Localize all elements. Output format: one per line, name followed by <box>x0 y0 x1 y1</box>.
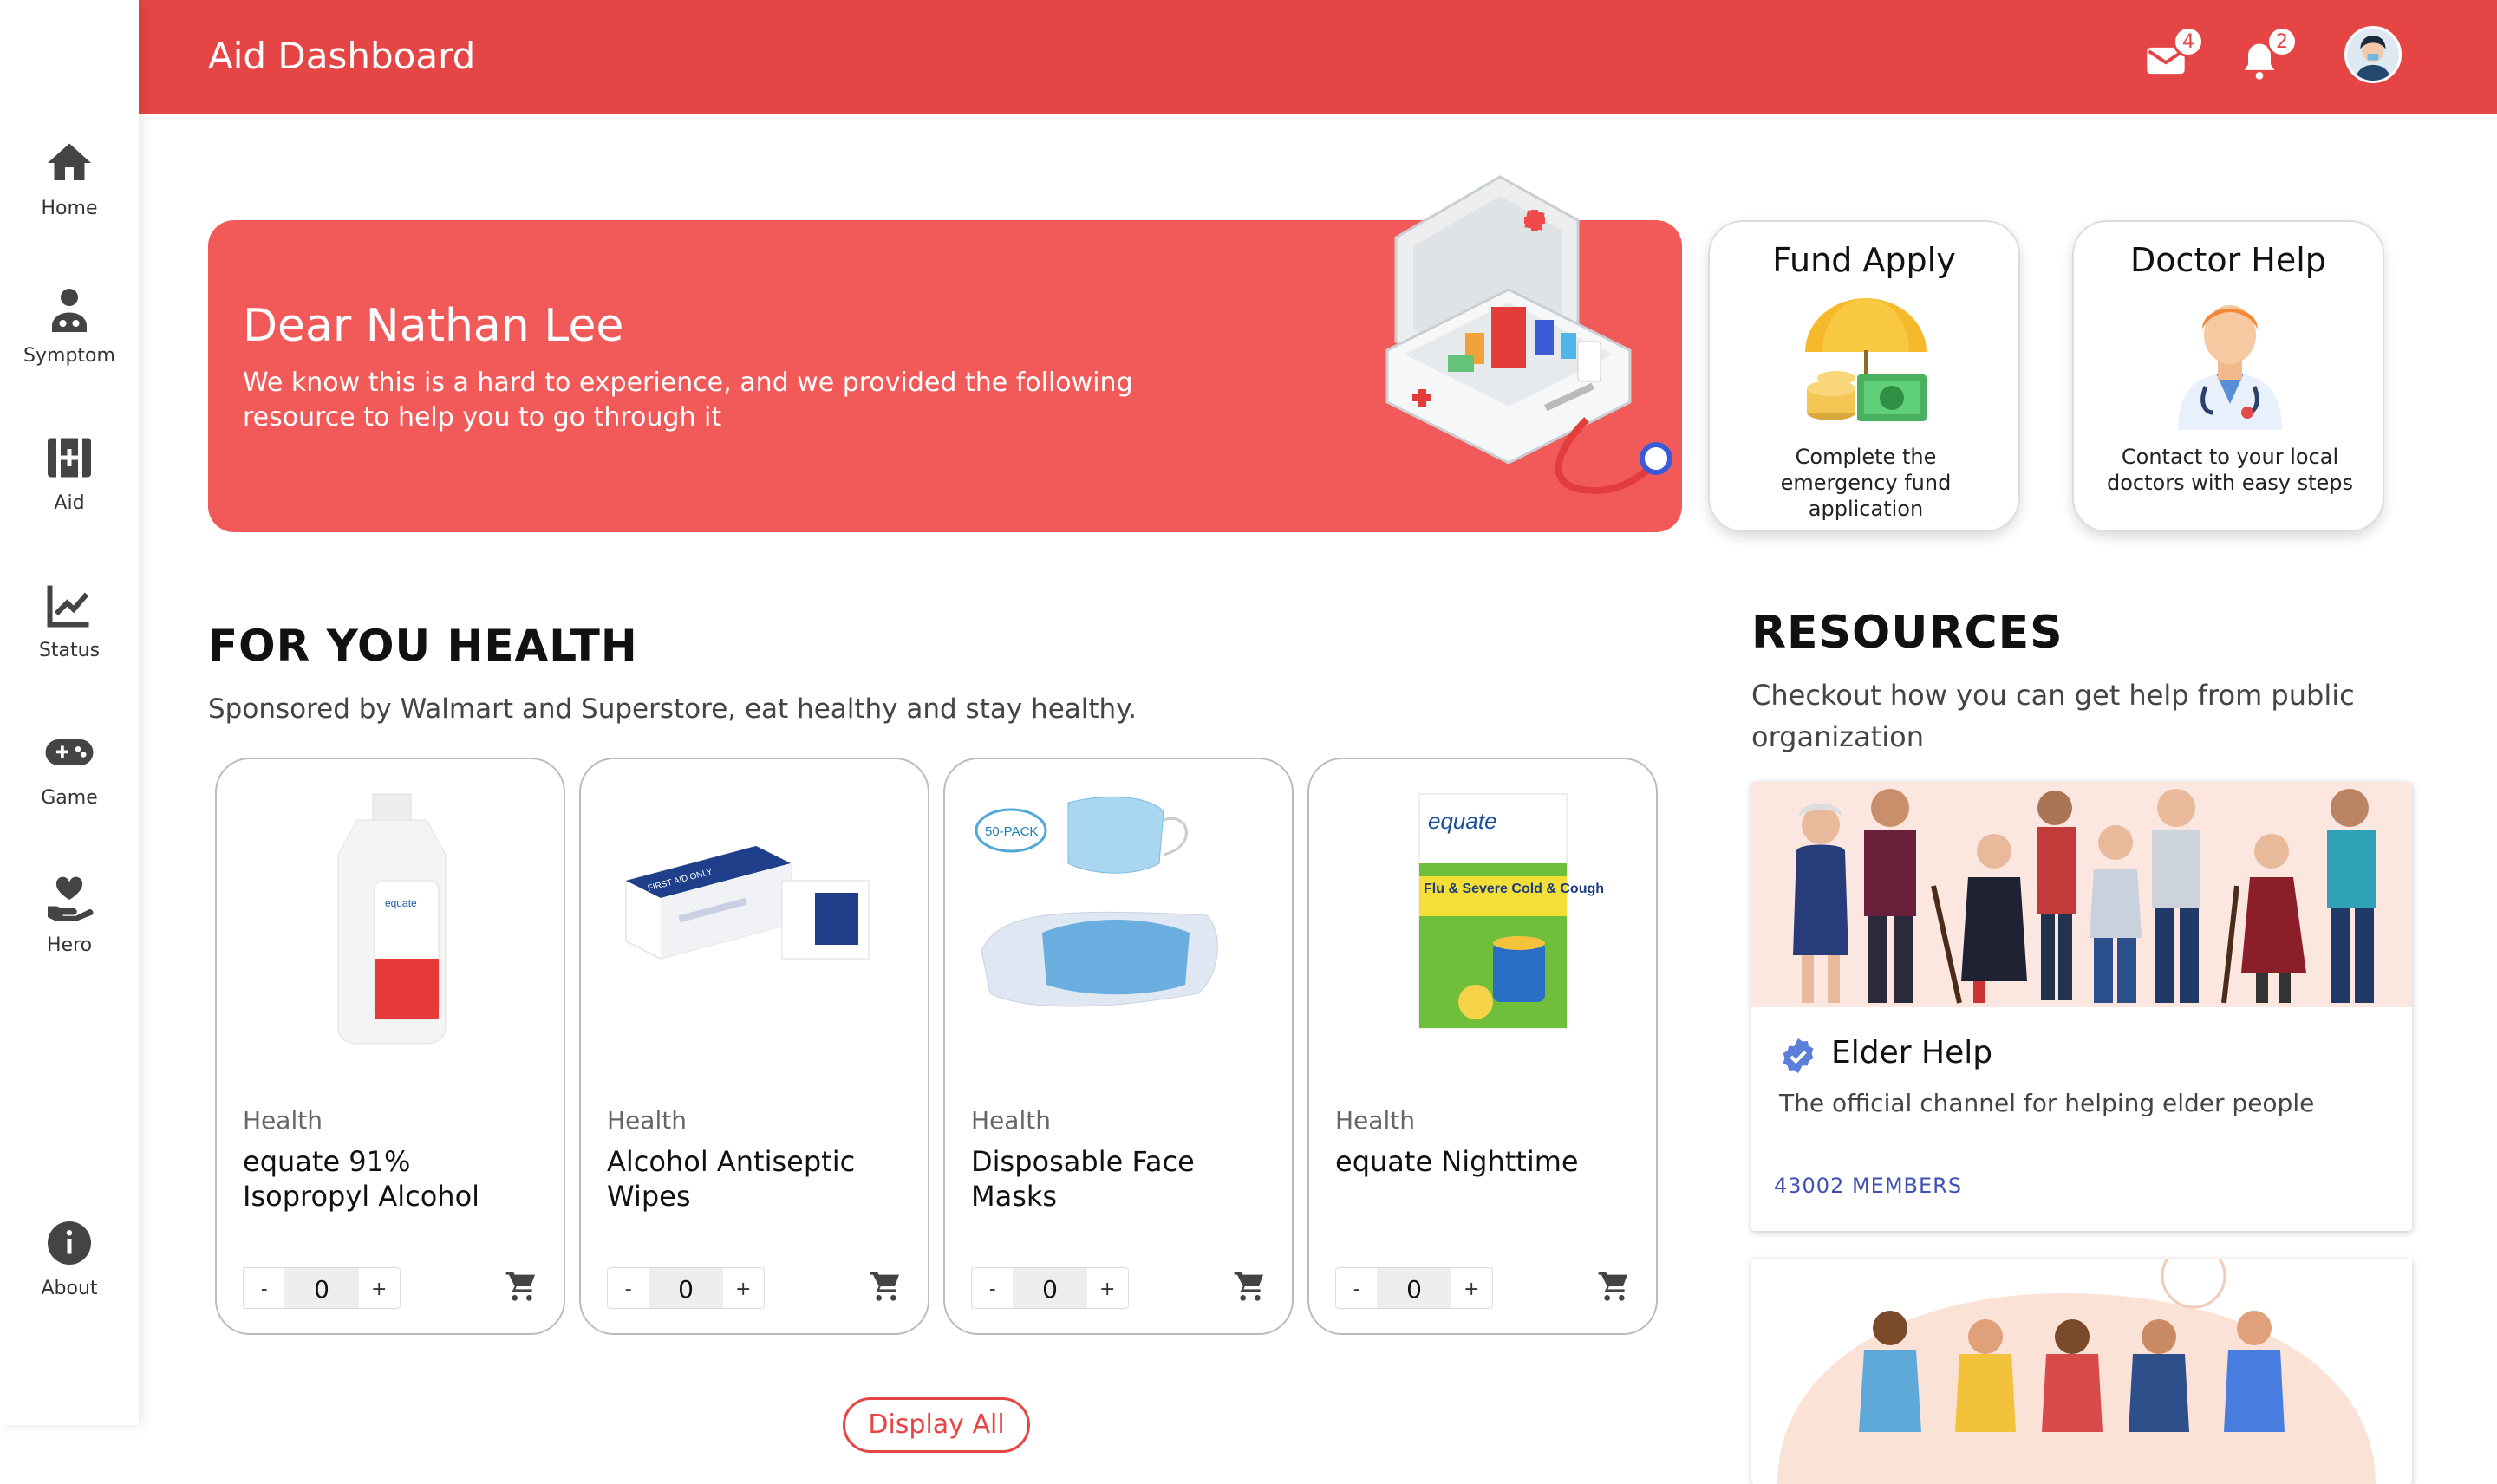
medical-kit-icon <box>48 438 91 478</box>
product-card[interactable]: 50-PACK Health Disposable Face Masks - 0… <box>943 758 1294 1335</box>
quantity-value: 0 <box>284 1268 359 1308</box>
quantity-value: 0 <box>649 1268 723 1308</box>
increment-button[interactable]: + <box>359 1268 400 1308</box>
sidebar-item-label: Aid <box>54 492 85 514</box>
hand-heart-icon <box>48 876 94 921</box>
product-category: Health <box>607 1106 687 1135</box>
product-pack-label: 50-PACK <box>985 824 1038 839</box>
umbrella-money-icon <box>1805 298 1927 421</box>
resource-card-title: Elder Help <box>1831 1035 1993 1071</box>
product-card[interactable]: equate Flu & Severe Cold & Cough Health … <box>1307 758 1658 1335</box>
elderly-people-illustration <box>1751 782 2412 1007</box>
sidebar-item-home[interactable]: Home <box>0 137 139 241</box>
quantity-value: 0 <box>1013 1268 1087 1308</box>
decrement-button[interactable]: - <box>1336 1268 1377 1308</box>
gamepad-icon <box>45 739 94 765</box>
resource-card-elder-help[interactable]: Elder Help The official channel for help… <box>1751 782 2412 1231</box>
add-to-cart-icon[interactable] <box>1233 1269 1268 1304</box>
section-subtitle-health: Sponsored by Walmart and Superstore, eat… <box>208 693 1137 725</box>
product-brand-label: equate <box>385 897 417 909</box>
info-icon <box>48 1221 91 1265</box>
sidebar-item-about[interactable]: About <box>0 1217 139 1321</box>
doctor-help-desc: Contact to your local doctors with easy … <box>2107 445 2353 495</box>
product-brand-label: equate <box>1428 808 1497 834</box>
mail-button[interactable]: 4 <box>2143 26 2204 83</box>
display-all-button[interactable]: Display All <box>843 1397 1030 1453</box>
resource-card-desc: The official channel for helping elder p… <box>1779 1089 2315 1117</box>
sidebar-item-label: Home <box>41 198 98 219</box>
face-masks-image: 50-PACK <box>975 797 1218 1007</box>
increment-button[interactable]: + <box>723 1268 764 1308</box>
product-name: equate 91% Isopropyl Alcohol <box>243 1145 480 1213</box>
welcome-banner: Dear Nathan Lee We know this is a hard t… <box>208 175 1682 532</box>
section-subtitle-resources: Checkout how you can get help from publi… <box>1751 679 2355 753</box>
quantity-stepper: - 0 + <box>1335 1267 1493 1309</box>
fund-apply-title: Fund Apply <box>1772 241 1956 279</box>
sidebar-item-symptom[interactable]: Symptom <box>0 284 139 388</box>
notifications-button[interactable]: 2 <box>2237 26 2298 83</box>
banner-greeting: Dear Nathan Lee <box>243 300 624 352</box>
page-title: Aid Dashboard <box>208 35 476 77</box>
product-category: Health <box>971 1106 1051 1135</box>
increment-button[interactable]: + <box>1087 1268 1128 1308</box>
community-people-illustration <box>1751 1259 2412 1484</box>
banner-message: We know this is a hard to experience, an… <box>243 368 1133 433</box>
top-header: Aid Dashboard 4 2 <box>139 0 2497 114</box>
mail-count-badge: 4 <box>2173 26 2204 57</box>
quantity-stepper: - 0 + <box>971 1267 1129 1309</box>
quantity-value: 0 <box>1377 1268 1451 1308</box>
user-avatar-icon <box>2347 29 2399 81</box>
add-to-cart-icon[interactable] <box>1597 1269 1632 1304</box>
section-title-health: FOR YOU HEALTH <box>208 621 638 671</box>
add-to-cart-icon[interactable] <box>869 1269 903 1304</box>
avatar[interactable] <box>2344 26 2402 83</box>
doctor-help-title: Doctor Help <box>2130 241 2326 279</box>
section-title-resources: RESOURCES <box>1751 607 2063 659</box>
home-icon <box>48 143 91 180</box>
decrement-button[interactable]: - <box>244 1268 284 1308</box>
sidebar-item-label: Symptom <box>23 345 115 367</box>
quantity-stepper: - 0 + <box>243 1267 401 1309</box>
verified-badge-icon <box>1783 1038 1814 1074</box>
sidebar-item-status[interactable]: Status <box>0 579 139 683</box>
resource-card-members-link[interactable]: 43002 MEMBERS <box>1774 1174 1962 1198</box>
product-name: Alcohol Antiseptic Wipes <box>607 1145 856 1213</box>
antiseptic-wipes-image: FIRST AID ONLY <box>625 845 870 960</box>
fund-apply-desc: Complete the emergency fund application <box>1780 445 1952 521</box>
sidebar-item-label: About <box>41 1278 98 1299</box>
product-title-label: Flu & Severe Cold & Cough <box>1424 882 1604 896</box>
doctor-help-card[interactable]: Doctor Help Contact to your local doctor… <box>2072 220 2384 532</box>
first-aid-kit-illustration <box>1385 175 1672 494</box>
fund-apply-card[interactable]: Fund Apply Complete the emergency fund a… <box>1708 220 2020 532</box>
notification-count-badge: 2 <box>2266 26 2298 57</box>
sidebar-item-label: Game <box>41 787 98 809</box>
add-to-cart-icon[interactable] <box>505 1269 539 1304</box>
alcohol-bottle-image: equate <box>337 793 447 1045</box>
sidebar-item-hero[interactable]: Hero <box>0 874 139 978</box>
product-category: Health <box>1335 1106 1415 1135</box>
increment-button[interactable]: + <box>1451 1268 1492 1308</box>
sidebar-item-aid[interactable]: Aid <box>0 432 139 536</box>
sidebar-item-label: Hero <box>46 934 93 956</box>
product-name: Disposable Face Masks <box>971 1145 1195 1213</box>
sidebar: Home Symptom Aid Status Game Hero About <box>0 0 139 1425</box>
product-name: equate Nighttime <box>1335 1145 1579 1178</box>
chart-line-icon <box>47 585 89 628</box>
doctor-icon <box>2178 305 2282 430</box>
resource-card-community[interactable] <box>1751 1259 2412 1484</box>
product-category: Health <box>243 1106 323 1135</box>
cold-medicine-box-image: equate Flu & Severe Cold & Cough <box>1418 793 1604 1029</box>
sidebar-item-label: Status <box>38 640 101 661</box>
product-card[interactable]: FIRST AID ONLY Health Alcohol Antiseptic… <box>579 758 929 1335</box>
sidebar-item-game[interactable]: Game <box>0 726 139 830</box>
quantity-stepper: - 0 + <box>607 1267 765 1309</box>
decrement-button[interactable]: - <box>972 1268 1013 1308</box>
product-card[interactable]: equate Health equate 91% Isopropyl Alcoh… <box>215 758 565 1335</box>
decrement-button[interactable]: - <box>608 1268 649 1308</box>
doctor-icon <box>52 289 87 332</box>
